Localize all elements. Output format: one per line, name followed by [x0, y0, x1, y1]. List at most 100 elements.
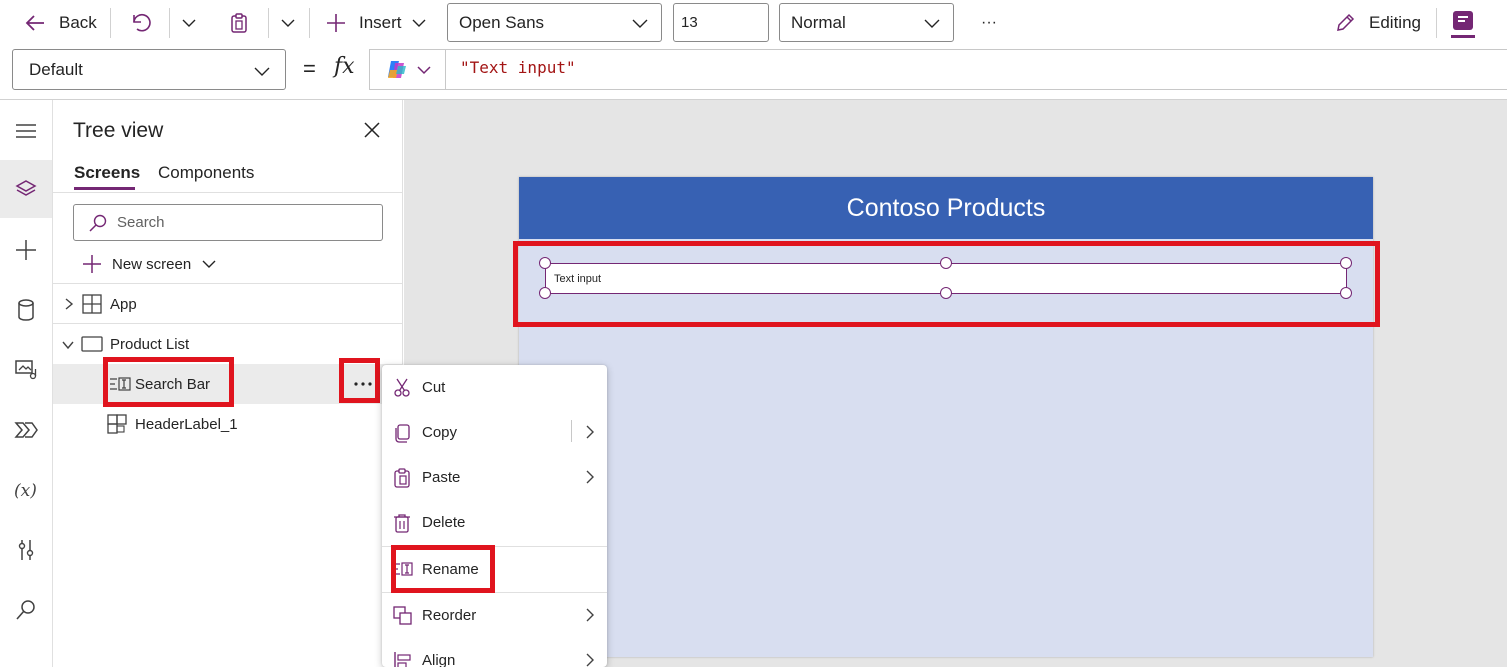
copilot-button[interactable] — [370, 50, 446, 89]
more-options-button[interactable] — [347, 366, 379, 402]
toolbar-divider — [1436, 8, 1437, 38]
chevron-down-icon — [417, 65, 431, 74]
chevron-right-icon — [586, 470, 594, 484]
paste-button[interactable] — [228, 0, 250, 46]
variable-icon: (x) — [14, 481, 37, 501]
undo-history-dropdown[interactable] — [180, 0, 198, 46]
media-button[interactable] — [0, 341, 52, 399]
notebook-icon — [1451, 11, 1475, 38]
text-input-value: Text input — [554, 272, 602, 285]
font-family-select[interactable]: Open Sans — [447, 3, 662, 42]
insert-button[interactable]: Insert — [326, 0, 427, 46]
flow-icon — [14, 422, 38, 438]
formula-text: "Text input" — [460, 58, 576, 77]
menu-item-copy[interactable]: Copy — [382, 410, 607, 455]
menu-button[interactable] — [0, 102, 52, 160]
equals-sign: = — [303, 56, 316, 81]
new-screen-button[interactable]: New screen — [82, 252, 217, 276]
arrow-left-icon — [25, 15, 44, 31]
chevron-down-icon — [412, 19, 426, 27]
undo-button[interactable] — [129, 0, 151, 46]
menu-item-label: Delete — [422, 514, 466, 531]
tree-item-app[interactable]: App — [53, 284, 403, 324]
media-icon — [15, 360, 37, 380]
menu-item-reorder[interactable]: Reorder — [382, 593, 607, 638]
menu-item-align[interactable]: Align — [382, 638, 607, 667]
text-input-icon — [110, 377, 131, 391]
pencil-icon — [1337, 13, 1355, 31]
resize-handle[interactable] — [539, 287, 551, 299]
tree-item-headerlabel[interactable]: HeaderLabel_1 — [53, 404, 403, 444]
menu-item-paste[interactable]: Paste — [382, 455, 607, 500]
notes-button[interactable] — [1451, 0, 1475, 46]
font-weight-select[interactable]: Normal — [779, 3, 954, 42]
label-icon — [107, 414, 127, 434]
copy-icon — [395, 424, 410, 443]
close-button[interactable] — [363, 121, 381, 143]
trash-icon — [394, 514, 410, 533]
menu-item-delete[interactable]: Delete — [382, 500, 607, 545]
back-button[interactable]: Back — [24, 0, 97, 46]
chevron-down-icon — [182, 19, 196, 27]
header-label[interactable]: Contoso Products — [519, 177, 1373, 239]
menu-item-cut[interactable]: Cut — [382, 365, 607, 410]
plus-icon — [16, 240, 36, 260]
more-commands-button[interactable]: ··· — [981, 0, 997, 46]
tree-view-button[interactable] — [0, 160, 52, 218]
resize-handle[interactable] — [940, 287, 952, 299]
paste-options-dropdown[interactable] — [279, 0, 297, 46]
product-list-screen[interactable]: Contoso Products Text input — [519, 177, 1373, 657]
property-value: Default — [29, 59, 83, 79]
font-family-value: Open Sans — [459, 12, 545, 32]
menu-item-label: Paste — [422, 469, 461, 486]
menu-item-label: Cut — [422, 379, 446, 396]
advanced-tools-button[interactable] — [0, 521, 52, 579]
insert-rail-button[interactable] — [0, 221, 52, 279]
tab-components[interactable]: Components — [158, 163, 254, 183]
menu-item-label: Align — [422, 652, 456, 667]
search-input[interactable]: Search — [73, 204, 383, 241]
more-label: ··· — [981, 14, 997, 31]
property-select[interactable]: Default — [12, 49, 286, 90]
chevron-right-icon[interactable] — [584, 424, 596, 440]
chevron-down-icon — [281, 19, 295, 27]
toolbar-divider — [110, 8, 111, 38]
screen-icon — [81, 336, 103, 352]
tree-item-label: App — [110, 295, 137, 313]
power-automate-button[interactable] — [0, 401, 52, 459]
resize-handle[interactable] — [539, 257, 551, 269]
variables-button[interactable]: (x) — [0, 461, 52, 519]
undo-icon — [133, 13, 151, 32]
resize-handle[interactable] — [940, 257, 952, 269]
tab-screens[interactable]: Screens — [74, 163, 140, 183]
formula-input[interactable]: "Text input" — [369, 49, 1507, 90]
align-icon — [394, 652, 411, 667]
tree-item-product-list[interactable]: Product List — [53, 324, 403, 364]
resize-handle[interactable] — [1340, 257, 1352, 269]
reorder-icon — [393, 606, 412, 625]
search-icon — [16, 600, 35, 620]
font-size-input[interactable]: 13 — [673, 3, 769, 42]
search-rail-button[interactable] — [0, 581, 52, 639]
chevron-down-icon — [202, 260, 216, 268]
layers-icon — [15, 180, 37, 196]
menu-item-label: Reorder — [422, 607, 477, 624]
resize-handle[interactable] — [1340, 287, 1352, 299]
header-label-text: Contoso Products — [846, 193, 1046, 222]
data-button[interactable] — [0, 281, 52, 339]
toolbar-divider — [268, 8, 269, 38]
back-label: Back — [59, 13, 97, 32]
insert-label: Insert — [359, 13, 402, 32]
editing-mode-button[interactable]: Editing — [1334, 0, 1421, 46]
paste-icon — [394, 468, 410, 488]
editing-label: Editing — [1369, 13, 1421, 32]
menu-item-rename[interactable]: Rename — [382, 547, 607, 592]
hamburger-icon — [16, 124, 36, 138]
command-bar: Back Insert Open Sans 13 Normal ··· Edit… — [0, 0, 1507, 46]
search-placeholder: Search — [117, 214, 165, 231]
svg-text:(x): (x) — [14, 481, 37, 501]
tree-item-label: HeaderLabel_1 — [135, 415, 238, 433]
tree-item-label: Search Bar — [135, 375, 211, 393]
active-tab-indicator — [74, 187, 135, 190]
context-menu: Cut Copy Paste Delete Rename Reorder Ali… — [382, 365, 607, 667]
